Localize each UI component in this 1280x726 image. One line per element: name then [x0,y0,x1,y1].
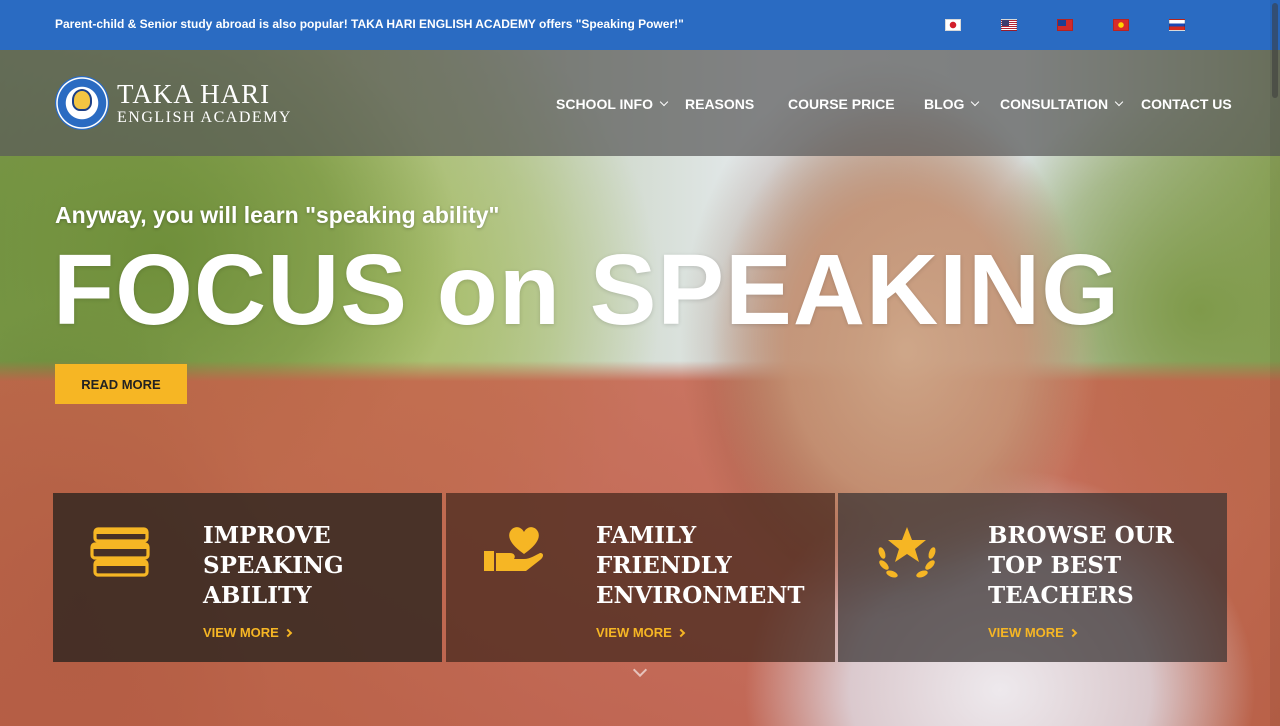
nav-consultation[interactable]: CONSULTATION [1000,96,1124,112]
card-title: BROWSE OUR TOP BEST TEACHERS [988,522,1174,609]
nav-reasons[interactable]: REASONS [685,96,754,112]
scrollbar-thumb[interactable] [1272,3,1278,98]
books-icon [90,527,150,577]
russia-flag-icon[interactable] [1169,19,1185,31]
chevron-right-icon [283,628,293,637]
card-title: FAMILY FRIENDLY ENVIRONMENT [596,522,805,609]
top-announcement-bar: Parent-child & Senior study abroad is al… [0,0,1280,50]
feature-cards: IMPROVE SPEAKING ABILITY VIEW MORE FAMIL… [53,493,1227,662]
vietnam-flag-icon[interactable] [1113,19,1129,31]
read-more-button[interactable]: READ MORE [55,364,187,404]
page-scrollbar[interactable] [1270,0,1280,726]
main-navigation: SCHOOL INFO REASONS COURSE PRICE BLOG CO… [0,96,1280,116]
view-more-link[interactable]: VIEW MORE [988,625,1078,640]
taiwan-flag-icon[interactable] [1057,19,1073,31]
feature-card-family[interactable]: FAMILY FRIENDLY ENVIRONMENT VIEW MORE [446,493,835,662]
card-title: IMPROVE SPEAKING ABILITY [203,522,344,609]
chevron-down-icon [659,97,669,107]
chevron-right-icon [676,628,686,637]
nav-blog[interactable]: BLOG [924,96,980,112]
chevron-right-icon [1068,628,1078,637]
nav-contact-us[interactable]: CONTACT US [1141,96,1232,112]
hero-subtitle: Anyway, you will learn "speaking ability… [55,202,500,228]
view-more-link[interactable]: VIEW MORE [596,625,686,640]
feature-card-teachers[interactable]: BROWSE OUR TOP BEST TEACHERS VIEW MORE [838,493,1227,662]
us-flag-icon[interactable] [1001,19,1017,31]
hero-title: FOCUS on SPEAKING [53,234,1121,346]
nav-course-price[interactable]: COURSE PRICE [788,96,895,112]
chevron-down-icon [971,97,980,107]
site-header: TAKA HARI ENGLISH ACADEMY SCHOOL INFO RE… [0,50,1280,156]
chevron-down-icon [1114,97,1124,107]
view-more-link[interactable]: VIEW MORE [203,625,293,640]
feature-card-speaking[interactable]: IMPROVE SPEAKING ABILITY VIEW MORE [53,493,442,662]
hand-heart-icon [484,527,543,571]
nav-school-info[interactable]: SCHOOL INFO [556,96,669,112]
japanese-flag-icon[interactable] [945,19,961,31]
star-laurel-icon [878,527,936,578]
announcement-text: Parent-child & Senior study abroad is al… [55,17,684,31]
